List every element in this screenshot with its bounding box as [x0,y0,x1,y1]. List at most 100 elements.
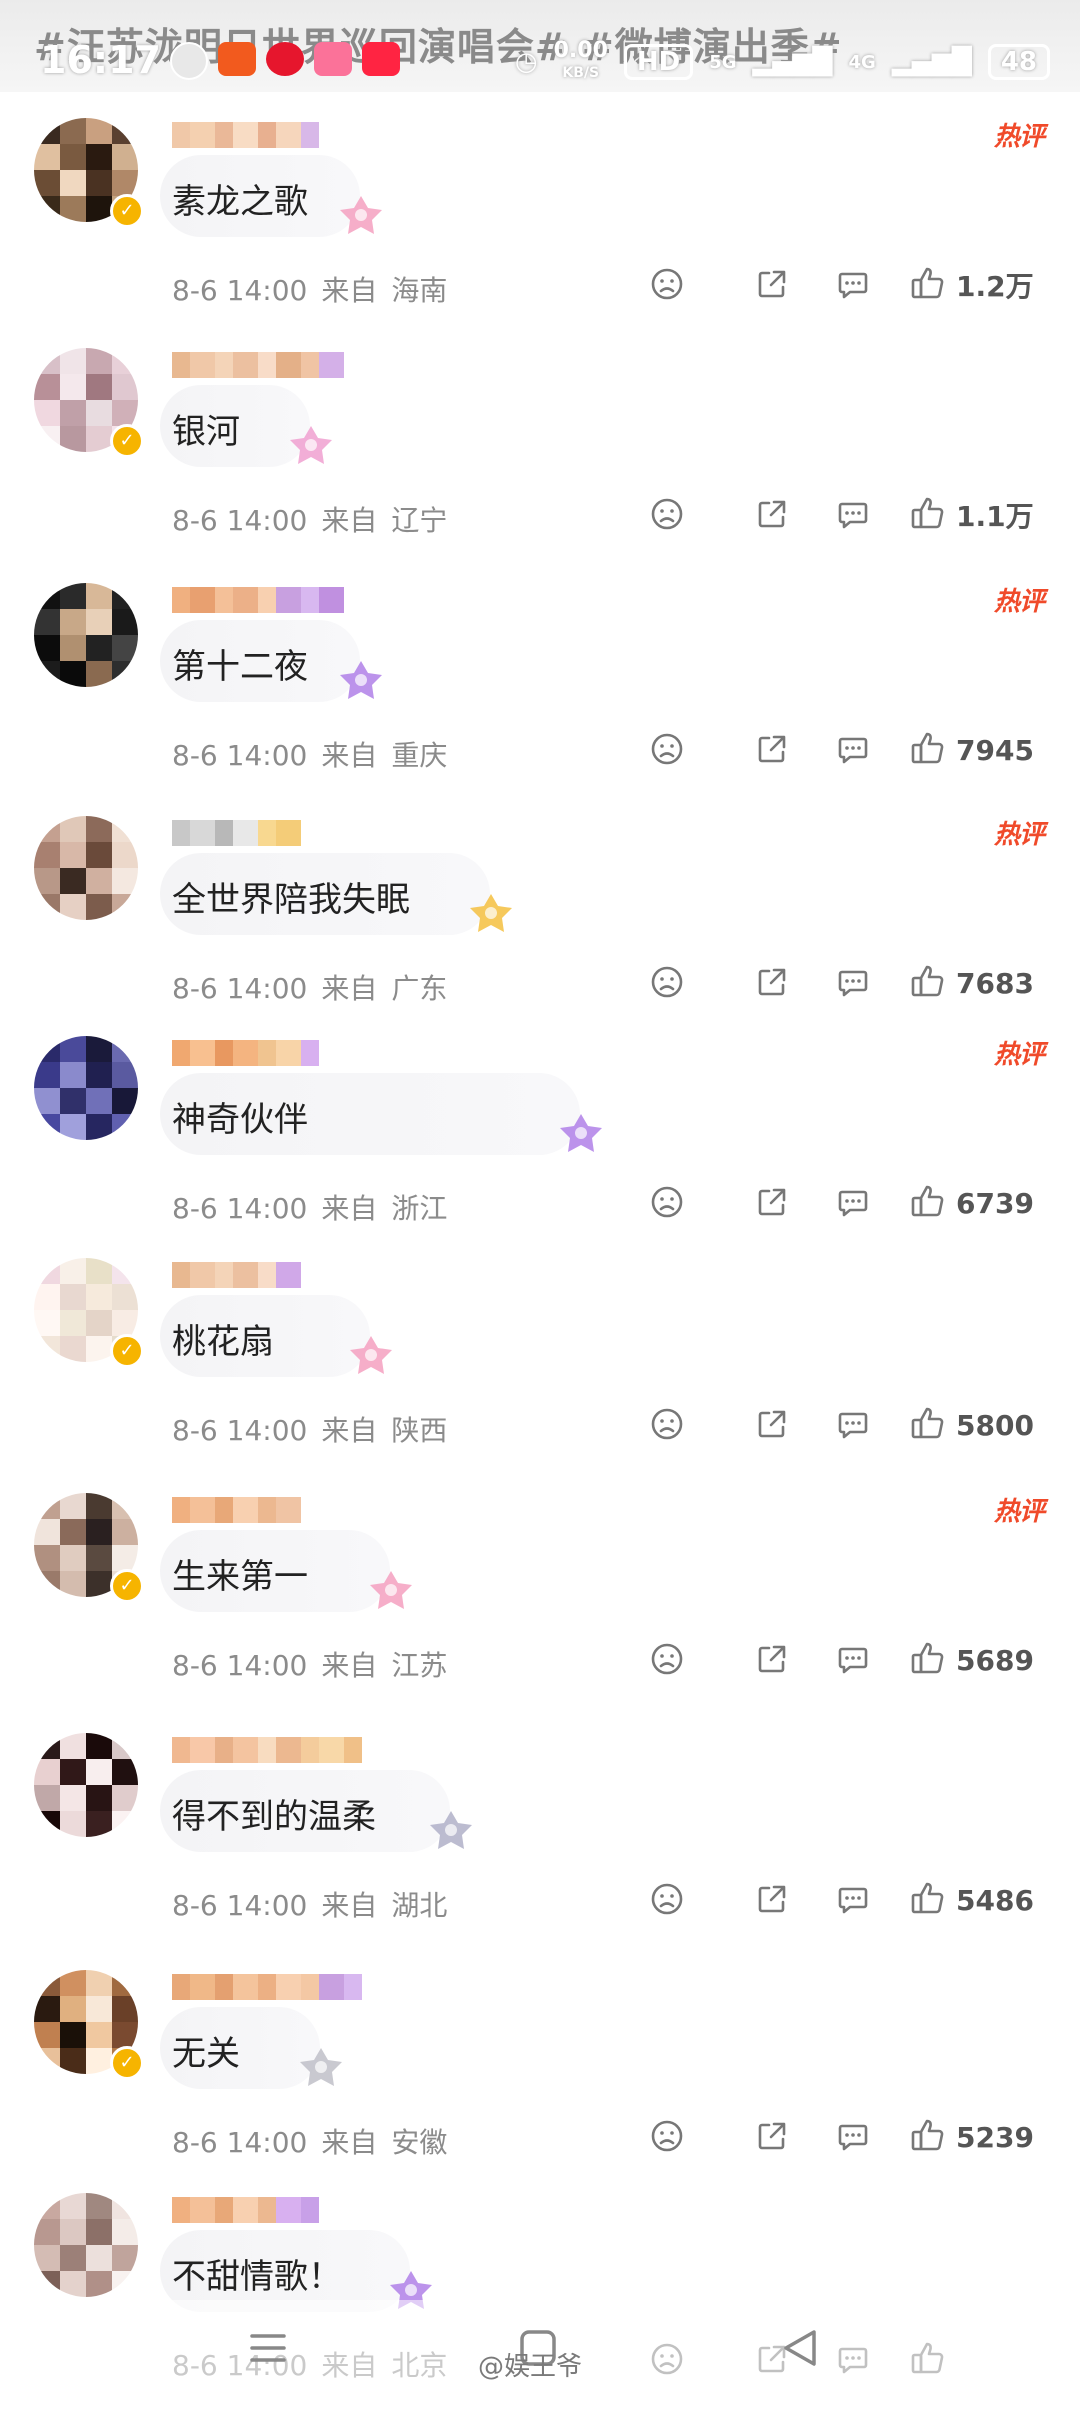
comment-text[interactable]: 第十二夜 [172,639,308,688]
back-nav-icon[interactable] [780,2328,820,2372]
comment-meta: 8-6 14:00 来自 湖北 [172,1884,461,1924]
avatar-pixel [60,1996,86,2022]
user-avatar[interactable] [34,1036,138,1140]
reply-icon[interactable] [836,1407,870,1441]
reply-icon[interactable] [836,2119,870,2153]
dislike-icon[interactable] [650,2119,684,2153]
username-pixel [172,820,190,846]
comment-text[interactable]: 全世界陪我失眠 [172,872,410,921]
dislike-icon[interactable] [650,1882,684,1916]
avatar-pixel [34,1036,60,1062]
from-label: 来自 [321,1889,378,1922]
comment-text[interactable]: 银河 [172,404,240,453]
comment-location: 海南 [391,274,448,307]
xiaohongshu-icon [362,42,400,76]
comment-text[interactable]: 不甜情歌！ [172,2249,342,2298]
dislike-icon[interactable] [650,1642,684,1676]
username-pixel [233,352,258,378]
avatar-pixel [60,661,86,687]
like-button[interactable]: 5486 [910,1880,1034,1920]
avatar-pixel [112,609,138,635]
dislike-icon[interactable] [650,965,684,999]
network-unit: KB/S [562,65,600,81]
from-label: 来自 [321,1649,378,1682]
username-pixel [276,1040,301,1066]
username-mosaic[interactable] [172,352,344,378]
reply-icon[interactable] [836,1185,870,1219]
like-button[interactable]: 7683 [910,963,1034,1003]
share-icon[interactable] [755,2119,789,2153]
user-avatar[interactable] [34,816,138,920]
avatar-pixel [34,1519,60,1545]
username-pixel [319,587,344,613]
avatar-pixel [86,1062,112,1088]
comment-text[interactable]: 桃花扇 [172,1314,274,1363]
reply-icon[interactable] [836,1642,870,1676]
user-avatar[interactable] [34,583,138,687]
username-mosaic[interactable] [172,1737,362,1763]
menu-nav-icon[interactable] [248,2328,288,2372]
avatar-pixel [112,1284,138,1310]
avatar-pixel [112,170,138,196]
user-avatar[interactable] [34,2193,138,2297]
share-icon[interactable] [755,965,789,999]
avatar-pixel [112,2219,138,2245]
dislike-icon[interactable] [650,1185,684,1219]
avatar-pixel [60,1062,86,1088]
username-pixel [301,1040,319,1066]
avatar-pixel [34,868,60,894]
dislike-icon[interactable] [650,497,684,531]
like-button[interactable]: 6739 [910,1183,1034,1223]
like-button[interactable]: 7945 [910,730,1034,770]
share-icon[interactable] [755,1642,789,1676]
like-button[interactable]: 1.2万 [910,265,1034,305]
avatar-pixel [112,2022,138,2048]
username-mosaic[interactable] [172,1974,362,2000]
avatar-pixel [34,1310,60,1336]
username-pixel [344,1737,362,1763]
share-icon[interactable] [755,732,789,766]
username-mosaic[interactable] [172,1497,301,1523]
comment-text[interactable]: 神奇伙伴 [172,1092,308,1141]
comment-text[interactable]: 得不到的温柔 [172,1789,376,1838]
avatar-pixel [86,1114,112,1140]
comment-date: 8-6 14:00 [172,1414,308,1447]
avatar-pixel [112,1062,138,1088]
reply-icon[interactable] [836,267,870,301]
share-icon[interactable] [755,497,789,531]
username-mosaic[interactable] [172,2197,319,2223]
share-icon[interactable] [755,267,789,301]
dislike-icon[interactable] [650,1407,684,1441]
like-button[interactable]: 5239 [910,2117,1034,2157]
avatar-pixel [60,583,86,609]
avatar-pixel [34,118,60,144]
username-mosaic[interactable] [172,1040,319,1066]
verified-badge-icon: ✓ [110,1334,144,1368]
username-pixel [215,820,233,846]
reply-icon[interactable] [836,497,870,531]
avatar-pixel [34,1114,60,1140]
reply-icon[interactable] [836,965,870,999]
reply-icon[interactable] [836,732,870,766]
comment-text[interactable]: 生来第一 [172,1549,308,1598]
username-mosaic[interactable] [172,1262,301,1288]
avatar-pixel [86,2193,112,2219]
comment-text[interactable]: 素龙之歌 [172,174,308,223]
username-mosaic[interactable] [172,587,344,613]
share-icon[interactable] [755,1407,789,1441]
reply-icon[interactable] [836,1882,870,1916]
username-mosaic[interactable] [172,122,319,148]
like-button[interactable]: 1.1万 [910,495,1034,535]
share-icon[interactable] [755,1882,789,1916]
avatar-pixel [34,1970,60,1996]
dislike-icon[interactable] [650,732,684,766]
share-icon[interactable] [755,1185,789,1219]
username-pixel [233,2197,258,2223]
avatar-pixel [34,170,60,196]
user-avatar[interactable] [34,1733,138,1837]
comment-text[interactable]: 无关 [172,2026,240,2075]
like-button[interactable]: 5800 [910,1405,1034,1445]
username-mosaic[interactable] [172,820,301,846]
like-button[interactable]: 5689 [910,1640,1034,1680]
dislike-icon[interactable] [650,267,684,301]
